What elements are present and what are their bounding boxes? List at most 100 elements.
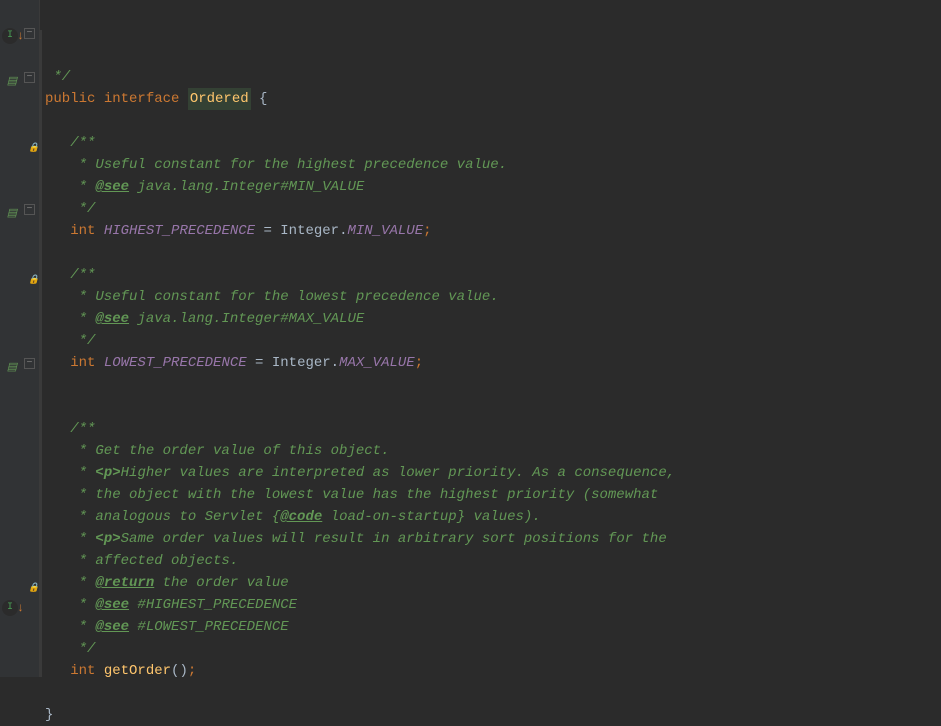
implementations-icon[interactable]: I bbox=[2, 28, 18, 44]
token-doc: * bbox=[45, 594, 95, 616]
token-doc: #MIN_VALUE bbox=[280, 176, 364, 198]
token-doc-tag: @see bbox=[95, 308, 129, 330]
token-kw: int bbox=[70, 352, 104, 374]
token-doc: * Get the order value of this object. bbox=[45, 440, 389, 462]
token-static-field: MAX_VALUE bbox=[339, 352, 415, 374]
code-line[interactable]: * @see #HIGHEST_PRECEDENCE bbox=[45, 594, 941, 616]
token-semi: ; bbox=[188, 660, 196, 682]
token-doc: * analogous to Servlet { bbox=[45, 506, 280, 528]
token-brace: { bbox=[251, 88, 268, 110]
code-line[interactable]: */ bbox=[45, 330, 941, 352]
token-doc: #HIGHEST_PRECEDENCE bbox=[129, 594, 297, 616]
token-doc: #MAX_VALUE bbox=[280, 308, 364, 330]
token-doc: /** bbox=[45, 418, 95, 440]
code-line[interactable]: */ bbox=[45, 638, 941, 660]
fold-icon[interactable]: − bbox=[24, 358, 35, 369]
token-doc-tag-nolink: <p> bbox=[95, 528, 120, 550]
token-kw: int bbox=[70, 220, 104, 242]
implementations-icon[interactable]: I bbox=[2, 600, 18, 616]
fold-icon[interactable]: − bbox=[24, 28, 35, 39]
javadoc-gutter-icon[interactable]: ▤ bbox=[2, 204, 22, 224]
token-normal bbox=[45, 220, 70, 242]
token-doc: * affected objects. bbox=[45, 550, 238, 572]
token-normal bbox=[45, 352, 70, 374]
token-doc: * bbox=[45, 308, 95, 330]
code-line[interactable]: * <p>Higher values are interpreted as lo… bbox=[45, 462, 941, 484]
token-doc: * bbox=[45, 528, 95, 550]
code-line[interactable]: /** bbox=[45, 264, 941, 286]
code-line[interactable]: * analogous to Servlet {@code load-on-st… bbox=[45, 506, 941, 528]
code-line[interactable]: public interface Ordered { bbox=[45, 88, 941, 110]
code-block-border bbox=[40, 30, 42, 677]
token-doc: */ bbox=[45, 66, 70, 88]
token-doc: /** bbox=[45, 132, 95, 154]
token-brace: } bbox=[45, 704, 53, 726]
code-line[interactable]: /** bbox=[45, 418, 941, 440]
code-line[interactable]: * @return the order value bbox=[45, 572, 941, 594]
token-doc-tag: @code bbox=[280, 506, 322, 528]
token-doc-tag: @see bbox=[95, 594, 129, 616]
code-line[interactable] bbox=[45, 374, 941, 396]
token-doc: java.lang.Integer bbox=[129, 308, 280, 330]
token-kw: int bbox=[70, 660, 104, 682]
code-line[interactable]: } bbox=[45, 704, 941, 726]
token-doc: #LOWEST_PRECEDENCE bbox=[129, 616, 289, 638]
token-doc: * bbox=[45, 616, 95, 638]
code-line[interactable] bbox=[45, 110, 941, 132]
token-doc: */ bbox=[45, 638, 95, 660]
token-doc: the order value bbox=[154, 572, 288, 594]
code-line[interactable]: * the object with the lowest value has t… bbox=[45, 484, 941, 506]
token-doc-tag: @return bbox=[95, 572, 154, 594]
fold-icon[interactable]: − bbox=[24, 72, 35, 83]
fold-icon[interactable]: − bbox=[24, 204, 35, 215]
token-doc: load-on-startup} values). bbox=[322, 506, 540, 528]
token-static-field: HIGHEST_PRECEDENCE bbox=[104, 220, 255, 242]
code-line[interactable]: int getOrder(); bbox=[45, 660, 941, 682]
token-doc-tag: @see bbox=[95, 176, 129, 198]
token-doc: java.lang.Integer bbox=[129, 176, 280, 198]
token-doc: * bbox=[45, 462, 95, 484]
token-doc: /** bbox=[45, 264, 95, 286]
token-doc: * Useful constant for the lowest precede… bbox=[45, 286, 499, 308]
code-line[interactable]: * @see java.lang.Integer#MAX_VALUE bbox=[45, 308, 941, 330]
token-doc: */ bbox=[45, 330, 95, 352]
gutter: I−▤−🔒▤−🔒▤−🔒I bbox=[0, 0, 40, 677]
code-line[interactable]: * Useful constant for the lowest precede… bbox=[45, 286, 941, 308]
code-line[interactable]: /** bbox=[45, 132, 941, 154]
token-kw: public bbox=[45, 88, 104, 110]
token-doc: Higher values are interpreted as lower p… bbox=[121, 462, 676, 484]
token-doc: * the object with the lowest value has t… bbox=[45, 484, 658, 506]
token-doc: * bbox=[45, 572, 95, 594]
token-normal: = Integer. bbox=[255, 220, 347, 242]
code-line[interactable]: * Useful constant for the highest preced… bbox=[45, 154, 941, 176]
code-line[interactable] bbox=[45, 242, 941, 264]
code-line[interactable]: * affected objects. bbox=[45, 550, 941, 572]
code-line[interactable]: * Get the order value of this object. bbox=[45, 440, 941, 462]
token-interface-kw: interface bbox=[104, 88, 188, 110]
javadoc-gutter-icon[interactable]: ▤ bbox=[2, 72, 22, 92]
code-line[interactable]: */ bbox=[45, 66, 941, 88]
code-line[interactable]: * @see java.lang.Integer#MIN_VALUE bbox=[45, 176, 941, 198]
code-line[interactable] bbox=[45, 682, 941, 704]
token-class-name: Ordered bbox=[188, 88, 251, 110]
token-semi: ; bbox=[415, 352, 423, 374]
code-editor[interactable]: I−▤−🔒▤−🔒▤−🔒I */public interface Ordered … bbox=[0, 0, 941, 677]
code-line[interactable]: */ bbox=[45, 198, 941, 220]
javadoc-gutter-icon[interactable]: ▤ bbox=[2, 358, 22, 378]
token-semi: ; bbox=[423, 220, 431, 242]
code-line[interactable]: int LOWEST_PRECEDENCE = Integer.MAX_VALU… bbox=[45, 352, 941, 374]
token-static-field: LOWEST_PRECEDENCE bbox=[104, 352, 247, 374]
code-line[interactable]: * <p>Same order values will result in ar… bbox=[45, 528, 941, 550]
token-doc: Same order values will result in arbitra… bbox=[121, 528, 667, 550]
token-normal bbox=[45, 660, 70, 682]
token-method: getOrder bbox=[104, 660, 171, 682]
token-doc-tag-nolink: <p> bbox=[95, 462, 120, 484]
token-doc: * Useful constant for the highest preced… bbox=[45, 154, 507, 176]
token-doc: */ bbox=[45, 198, 95, 220]
token-doc: * bbox=[45, 176, 95, 198]
code-area[interactable]: */public interface Ordered { /** * Usefu… bbox=[40, 0, 941, 677]
token-doc-tag: @see bbox=[95, 616, 129, 638]
code-line[interactable] bbox=[45, 396, 941, 418]
code-line[interactable]: int HIGHEST_PRECEDENCE = Integer.MIN_VAL… bbox=[45, 220, 941, 242]
code-line[interactable]: * @see #LOWEST_PRECEDENCE bbox=[45, 616, 941, 638]
